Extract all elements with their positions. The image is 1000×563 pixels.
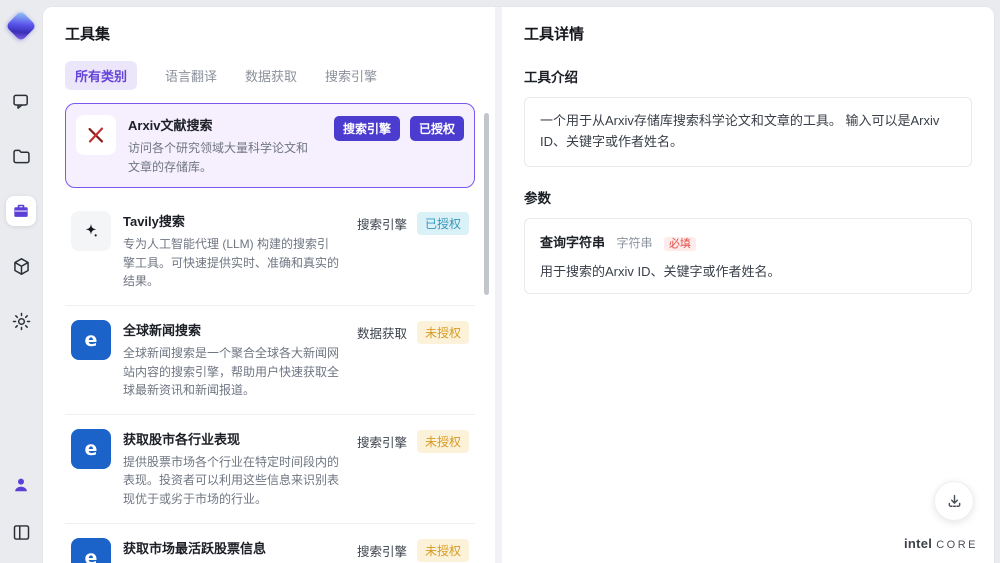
- status-badge: 未授权: [416, 320, 469, 344]
- tool-description: 全球新闻搜索是一个聚合全球各大新闻网站内容的搜索引擎，帮助用户快速获取全球最新资…: [123, 345, 340, 398]
- tool-description: 访问各个研究领域大量科学论文和文章的存储库。: [128, 141, 309, 174]
- news-e-logo-icon: e: [71, 428, 111, 469]
- category-badge: 搜索引擎: [333, 116, 400, 141]
- category-label: 数据获取: [356, 326, 407, 341]
- category-tabs: 所有类别 语言翻译 数据获取 搜索引擎: [65, 61, 489, 90]
- rail-bottom: [6, 470, 36, 547]
- details-title: 工具详情: [524, 26, 585, 43]
- intel-core-logo: intel core: [903, 536, 978, 551]
- status-badge: 未授权: [416, 538, 469, 562]
- left-rail: [0, 0, 42, 563]
- sparkle-logo-icon: [71, 211, 111, 252]
- tool-description: 提供股票市场各个行业在特定时间段内的表现。投资者可以利用这些信息来识别表现优于或…: [123, 454, 340, 506]
- param-required-badge: 必填: [663, 236, 696, 251]
- page-title: 工具集: [65, 26, 111, 43]
- user-icon[interactable]: [6, 470, 36, 500]
- arxiv-logo-icon: [76, 115, 116, 155]
- tab-all-categories[interactable]: 所有类别: [65, 61, 138, 90]
- tool-name: 全球新闻搜索: [123, 322, 202, 338]
- param-type: 字符串: [616, 235, 653, 250]
- tool-list-item-tavily[interactable]: Tavily搜索 专为人工智能代理 (LLM) 构建的搜索引擎工具。可快速提供实…: [65, 197, 475, 306]
- app-window: 工具集 所有类别 语言翻译 数据获取 搜索引擎 Arxiv文献搜索 访问各个研究…: [42, 6, 995, 563]
- tab-translation[interactable]: 语言翻译: [165, 66, 217, 85]
- tool-name: Tavily搜索: [123, 214, 185, 230]
- status-badge: 已授权: [416, 212, 469, 236]
- news-e-logo-icon: e: [71, 537, 111, 563]
- param-name: 查询字符串: [540, 234, 606, 250]
- download-button[interactable]: [934, 481, 974, 521]
- category-label: 搜索引擎: [356, 218, 407, 233]
- status-badge: 未授权: [416, 429, 469, 453]
- briefcase-icon[interactable]: [6, 196, 36, 226]
- download-icon: [948, 494, 960, 507]
- tool-list-pane: 工具集 所有类别 语言翻译 数据获取 搜索引擎 Arxiv文献搜索 访问各个研究…: [43, 7, 495, 563]
- settings-gear-icon[interactable]: [6, 306, 36, 336]
- package-icon[interactable]: [6, 251, 36, 281]
- folder-icon[interactable]: [6, 141, 36, 171]
- param-description: 用于搜索的Arxiv ID、关键字或作者姓名。: [540, 263, 781, 279]
- app-logo: [5, 10, 37, 42]
- category-label: 搜索引擎: [356, 544, 407, 559]
- chat-icon[interactable]: [6, 86, 36, 116]
- tool-list-item-arxiv[interactable]: Arxiv文献搜索 访问各个研究领域大量科学论文和文章的存储库。 搜索引擎 已授…: [65, 103, 475, 189]
- tool-list-item-most-active-stocks[interactable]: e 获取市场最活跃股票信息 提供当天交易量最高的股票列表。投资者可以利用这些信息…: [65, 524, 475, 563]
- param-box: 查询字符串 字符串 必填 用于搜索的Arxiv ID、关键字或作者姓名。: [524, 217, 972, 294]
- category-label: 搜索引擎: [356, 435, 407, 450]
- tool-description: 专为人工智能代理 (LLM) 构建的搜索引擎工具。可快速提供实时、准确和真实的结…: [123, 237, 340, 289]
- tool-details-pane: 工具详情 工具介绍 一个用于从Arxiv存储库搜索科学论文和文章的工具。 输入可…: [502, 7, 994, 563]
- params-heading: 参数: [524, 190, 551, 206]
- pane-divider: [495, 7, 502, 563]
- news-e-logo-icon: e: [71, 319, 111, 360]
- intro-heading: 工具介绍: [524, 70, 578, 85]
- tab-data-fetch[interactable]: 数据获取: [245, 66, 297, 85]
- rail-nav: [6, 86, 36, 336]
- tool-name: Arxiv文献搜索: [128, 118, 213, 133]
- intro-box: 一个用于从Arxiv存储库搜索科学论文和文章的工具。 输入可以是Arxiv ID…: [524, 97, 972, 167]
- tool-list: Arxiv文献搜索 访问各个研究领域大量科学论文和文章的存储库。 搜索引擎 已授…: [65, 103, 489, 563]
- panel-toggle-icon[interactable]: [6, 517, 36, 547]
- tool-list-item-sector-performance[interactable]: e 获取股市各行业表现 提供股票市场各个行业在特定时间段内的表现。投资者可以利用…: [65, 415, 475, 524]
- scrollbar-thumb[interactable]: [484, 113, 489, 295]
- status-badge: 已授权: [409, 116, 464, 141]
- tool-list-item-global-news[interactable]: e 全球新闻搜索 全球新闻搜索是一个聚合全球各大新闻网站内容的搜索引擎，帮助用户…: [65, 306, 475, 415]
- tool-name: 获取股市各行业表现: [123, 431, 241, 447]
- tool-name: 获取市场最活跃股票信息: [123, 540, 267, 556]
- intro-text: 一个用于从Arxiv存储库搜索科学论文和文章的工具。 输入可以是Arxiv ID…: [540, 113, 940, 149]
- tab-search-engine[interactable]: 搜索引擎: [325, 66, 377, 85]
